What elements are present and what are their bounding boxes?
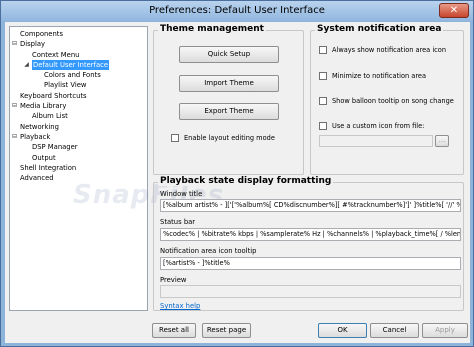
tree-item[interactable]: Keyboard Shortcuts (10, 91, 147, 101)
import-theme-button[interactable]: Import Theme (179, 75, 279, 92)
preferences-window: Preferences: Default User Interface ✕ Co… (0, 0, 474, 347)
tree-item[interactable]: DSP Manager (10, 142, 147, 152)
tree-item-label: Album List (32, 112, 68, 121)
notification-area-title: System notification area (315, 24, 444, 34)
cancel-button[interactable]: Cancel (370, 323, 419, 338)
tree-item-label: Default User Interface (32, 59, 110, 71)
custom-icon-checkbox[interactable] (319, 122, 327, 130)
custom-icon-label: Use a custom icon from file: (332, 122, 425, 130)
tree-item-label: Output (32, 153, 56, 162)
tree-expander-icon[interactable]: ◢ (23, 61, 30, 69)
minimize-to-tray-label: Minimize to notification area (332, 72, 426, 80)
tree-item-label: Context Menu (32, 50, 80, 59)
tooltip-label: Notification area icon tooltip (160, 247, 257, 255)
tree-item[interactable]: ⊟ Media Library (10, 101, 147, 111)
tree-item-label: Advanced (20, 174, 54, 183)
notification-area-group: System notification area Always show not… (310, 24, 464, 175)
tree-item-label: Display (20, 40, 46, 49)
title-bar: Preferences: Default User Interface ✕ (1, 1, 473, 21)
apply-button[interactable]: Apply (422, 323, 468, 338)
tree-item-label: Playlist View (44, 81, 87, 90)
layout-editing-label: Enable layout editing mode (184, 134, 275, 142)
preferences-tree[interactable]: Components ⊟ Display Context Menu ◢ Default U… (9, 26, 148, 311)
browse-icon-button[interactable]: ... (435, 135, 449, 147)
close-icon: ✕ (449, 5, 459, 16)
tree-item-label: Shell Integration (20, 163, 77, 172)
preview-label: Preview (160, 276, 187, 284)
tree-item-label: Colors and Fonts (44, 71, 101, 80)
playback-formatting-title: Playback state display formatting (158, 176, 334, 186)
theme-management-group: Theme management Quick Setup Import Them… (153, 24, 304, 175)
window-title-label: Window title (160, 190, 203, 198)
export-theme-button[interactable]: Export Theme (179, 103, 279, 120)
theme-management-title: Theme management (158, 24, 266, 34)
tree-item-label: Media Library (20, 102, 67, 111)
balloon-tooltip-checkbox[interactable] (319, 97, 327, 105)
tree-item[interactable]: Context Menu (10, 50, 147, 60)
window-title-field[interactable]: [%album artist% - ]['['%album%[ CD%discn… (160, 199, 461, 212)
tree-item-label: Playback (20, 132, 51, 141)
tree-expander-icon[interactable]: ⊟ (11, 133, 18, 141)
tree-item[interactable]: Album List (10, 111, 147, 121)
tree-item-label: Components (20, 30, 64, 38)
tree-item[interactable]: ◢ Default User Interface (10, 59, 147, 71)
ok-button[interactable]: OK (318, 323, 367, 338)
tree-item[interactable]: Output (10, 153, 147, 163)
status-bar-field[interactable]: %codec% | %bitrate% kbps | %samplerate% … (160, 228, 461, 241)
quick-setup-button[interactable]: Quick Setup (179, 46, 279, 63)
tree-expander-icon[interactable]: ⊟ (11, 103, 18, 110)
tree-item[interactable]: Shell Integration (10, 163, 147, 173)
layout-editing-checkbox[interactable] (171, 134, 179, 142)
window-title: Preferences: Default User Interface (149, 5, 325, 16)
tree-item-label: DSP Manager (32, 143, 78, 152)
client-area: Components ⊟ Display Context Menu ◢ Default U… (5, 22, 470, 343)
tree-item[interactable]: Components (10, 29, 147, 39)
always-show-icon-checkbox[interactable] (319, 46, 327, 54)
close-button[interactable]: ✕ (439, 3, 469, 18)
minimize-to-tray-checkbox[interactable] (319, 72, 327, 80)
tree-item[interactable]: ⊟ Playback (10, 132, 147, 142)
reset-page-button[interactable]: Reset page (202, 323, 251, 338)
balloon-tooltip-label: Show balloon tooltip on song change (332, 97, 454, 105)
playback-formatting-group: Playback state display formatting Window… (153, 176, 464, 311)
tree-expander-icon[interactable]: ⊟ (11, 41, 18, 48)
tree-item-label: Keyboard Shortcuts (20, 91, 87, 100)
tree-item[interactable]: Playlist View (10, 80, 147, 90)
syntax-help-link[interactable]: Syntax help (160, 302, 200, 310)
tree-item[interactable]: Networking (10, 122, 147, 132)
tooltip-field[interactable]: [%artist% - ]%title% (160, 257, 461, 270)
preview-field (160, 285, 461, 298)
tree-item-label: Networking (20, 122, 59, 131)
custom-icon-path-field[interactable] (319, 135, 433, 147)
reset-all-button[interactable]: Reset all (152, 323, 196, 338)
status-bar-label: Status bar (160, 218, 196, 226)
tree-item[interactable]: Colors and Fonts (10, 70, 147, 80)
tree-item[interactable]: ⊟ Display (10, 39, 147, 49)
always-show-icon-label: Always show notification area icon (332, 46, 446, 54)
